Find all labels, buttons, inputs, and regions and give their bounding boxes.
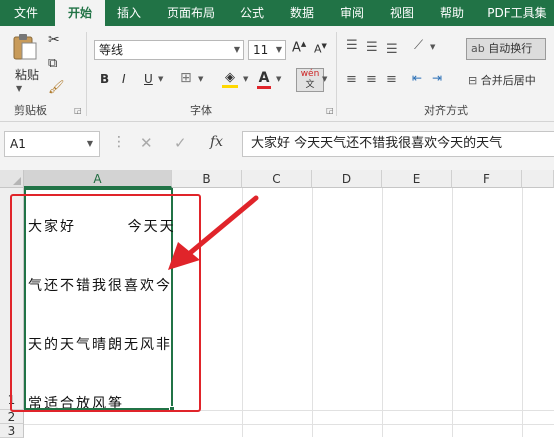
name-box[interactable]: A1 ▼ [4,131,100,157]
font-size-combo[interactable]: 11 ▼ [248,40,286,60]
select-all-triangle-icon [13,177,21,185]
column-header-next[interactable] [522,170,554,188]
grow-font-button[interactable]: A▲ [292,40,306,55]
grid-line [452,188,453,437]
italic-button[interactable]: I [122,72,126,86]
grow-font-icon: A [292,40,301,56]
grid-line [312,188,313,437]
underline-button[interactable]: U [144,72,153,86]
chevron-down-icon[interactable]: ▼ [234,41,240,59]
enter-icon[interactable]: ✓ [174,134,187,152]
chevron-down-icon[interactable]: ▼ [16,84,22,93]
select-all-button[interactable] [0,170,24,188]
fill-bucket-icon: ◈ [225,70,235,85]
align-top-icon[interactable]: ☰ [346,38,358,53]
copy-icon[interactable]: ⧉ [48,56,57,71]
chevron-down-icon[interactable]: ▼ [198,75,203,83]
chevron-down-icon[interactable]: ▼ [87,132,93,156]
wrap-text-button[interactable]: ab 自动换行 [466,38,546,60]
row-header-3[interactable]: 3 [0,424,24,438]
font-color-swatch [257,86,271,89]
row-header-2[interactable]: 2 [0,410,24,424]
group-separator [336,32,337,116]
grid-line [382,188,383,437]
orientation-icon[interactable]: ⟋ [414,38,423,53]
format-painter-icon[interactable]: 🖌 [48,80,65,95]
ribbon-tab-bar: 文件 开始 插入 页面布局 公式 数据 审阅 视图 帮助 PDF工具集 [0,0,554,26]
chevron-down-icon[interactable]: ▼ [243,75,248,83]
font-color-button[interactable]: A [257,70,271,89]
font-name-combo[interactable]: 等线 ▼ [94,40,244,60]
tab-file[interactable]: 文件 [2,0,50,26]
column-header-e[interactable]: E [382,170,452,188]
ribbon-home: 粘贴 ▼ ✂ ⧉ 🖌 剪贴板 ◲ 等线 ▼ 11 ▼ A▲ A▼ B I U ▼… [0,26,554,122]
chevron-down-icon[interactable]: ▼ [276,75,281,83]
dialog-launcher-icon[interactable]: ◲ [326,106,334,115]
tab-insert[interactable]: 插入 [108,0,150,26]
tab-pdf-tools[interactable]: PDF工具集 [480,0,554,26]
align-left-icon[interactable]: ≡ [346,72,357,87]
font-group-label: 字体 [190,104,212,117]
chevron-down-icon[interactable]: ▼ [158,75,163,83]
phonetic-char-icon: 文 [305,80,315,90]
phonetic-guide-button[interactable]: wén 文 [296,68,324,92]
tab-review[interactable]: 审阅 [330,0,374,26]
cancel-icon[interactable]: ✕ [140,134,153,152]
clipboard-group-label: 剪贴板 [14,104,47,117]
merge-center-button[interactable]: ⊟ 合并后居中 [468,72,536,88]
borders-icon[interactable]: ⊞ [180,70,192,86]
column-header-b[interactable]: B [172,170,242,188]
formula-input[interactable]: 大家好 今天天气还不错我很喜欢今天的天气 [242,131,554,157]
shrink-font-icon: A [314,42,322,56]
column-header-a[interactable]: A [24,170,172,188]
wrap-text-icon: ab [471,42,485,55]
font-name-value: 等线 [99,43,124,57]
group-separator [86,32,87,116]
font-size-value: 11 [253,43,269,57]
more-options-icon[interactable]: ⋮ [112,134,126,150]
align-middle-icon[interactable]: ☰ [366,40,378,55]
chevron-down-icon[interactable]: ▼ [430,43,435,51]
clipboard-icon [13,34,37,60]
insert-function-button[interactable]: fx [210,134,223,150]
fill-color-button[interactable]: ◈ [222,70,238,88]
merge-center-label: 合并后居中 [480,74,536,87]
decrease-indent-icon[interactable]: ⇤ [412,71,422,85]
wrap-text-label: 自动换行 [488,42,533,55]
chevron-down-icon[interactable]: ▼ [322,75,327,83]
tab-page-layout[interactable]: 页面布局 [158,0,224,26]
tab-help[interactable]: 帮助 [430,0,474,26]
bold-button[interactable]: B [100,72,109,86]
shrink-font-button[interactable]: A▼ [314,42,327,56]
merge-cells-icon: ⊟ [468,74,478,87]
tab-formulas[interactable]: 公式 [230,0,274,26]
alignment-group-label: 对齐方式 [424,104,468,117]
increase-indent-icon[interactable]: ⇥ [432,71,442,85]
tab-data[interactable]: 数据 [280,0,324,26]
align-center-icon[interactable]: ≡ [366,72,377,87]
tab-home[interactable]: 开始 [55,0,105,26]
align-right-icon[interactable]: ≡ [386,72,397,87]
column-header-c[interactable]: C [242,170,312,188]
column-header-f[interactable]: F [452,170,522,188]
dialog-launcher-icon[interactable]: ◲ [74,106,82,115]
align-bottom-icon[interactable]: ☰ [386,42,398,57]
phonetic-label: wén [300,69,320,79]
paste-button[interactable] [8,32,42,64]
font-color-icon: A [258,70,270,86]
paste-label: 粘贴 [14,68,39,82]
grid-line [522,188,523,437]
tab-view[interactable]: 视图 [380,0,424,26]
annotation-arrow-icon [168,195,259,270]
cut-icon[interactable]: ✂ [48,32,60,48]
grid-line [24,424,554,425]
chevron-down-icon[interactable]: ▼ [276,41,282,59]
column-header-d[interactable]: D [312,170,382,188]
name-box-value: A1 [10,137,26,151]
fill-color-swatch [222,85,238,88]
